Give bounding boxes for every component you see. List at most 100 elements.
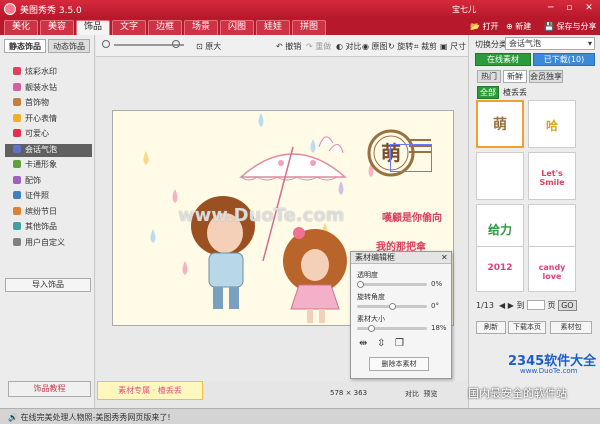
- contrast-button[interactable]: ◐ 对比: [336, 41, 362, 52]
- thumb-sticker-1[interactable]: 萌: [476, 100, 524, 148]
- tab-face[interactable]: 美容: [40, 20, 74, 35]
- category-item[interactable]: 靓装水钻: [5, 82, 92, 95]
- category-label: 卡通形象: [25, 160, 57, 169]
- category-label: 证件照: [25, 191, 49, 200]
- new-label: 新建: [515, 22, 532, 31]
- tab-text[interactable]: 文字: [112, 20, 146, 35]
- tab-collage[interactable]: 拼图: [292, 20, 326, 35]
- category-select-value: 会话气泡: [509, 39, 541, 48]
- undo-button[interactable]: ↶ 撤销: [276, 41, 301, 52]
- flip-vertical-icon[interactable]: ⇳: [377, 338, 385, 349]
- tab-frame[interactable]: 边框: [148, 20, 182, 35]
- menu-bar: 美化 美容 饰品 文字 边框 场景 闪图 娃娃 拼图 📂 打开 ⊕ 新建 💾 保…: [0, 18, 600, 35]
- rotation-angle-slider[interactable]: [357, 303, 427, 310]
- thumb-sticker-7[interactable]: 2012: [476, 246, 524, 292]
- app-title: 美图秀秀 3.5.0: [20, 6, 82, 16]
- status-message[interactable]: 🔊 在线完美处理人物照-美图秀秀网页版来了!: [8, 412, 171, 423]
- redo-button[interactable]: ↷ 重做: [306, 41, 331, 52]
- view-original-button[interactable]: ◉ 原图: [362, 41, 388, 52]
- category-icon: [13, 206, 21, 215]
- thumb-label: Let's Smile: [539, 169, 565, 187]
- open-button[interactable]: 📂 打开: [470, 21, 499, 32]
- go-button[interactable]: GO: [558, 300, 577, 311]
- category-item[interactable]: 开心表情: [5, 113, 92, 126]
- tab-downloaded-materials[interactable]: 已下载(10): [533, 53, 595, 66]
- page-indicator: 1/13: [476, 301, 494, 310]
- tab-decorations[interactable]: 饰品: [76, 20, 110, 35]
- subtab-hot[interactable]: 热门: [477, 70, 501, 83]
- category-icon: [13, 113, 21, 122]
- page-input[interactable]: [527, 300, 545, 310]
- selection-box[interactable]: [390, 144, 432, 172]
- tab-doll[interactable]: 娃娃: [256, 20, 290, 35]
- zoom-out-icon[interactable]: [102, 40, 110, 48]
- import-decoration-button[interactable]: 导入饰品: [5, 278, 91, 292]
- rotation-slider-knob[interactable]: [388, 303, 396, 310]
- preview-button[interactable]: 预览: [423, 390, 437, 398]
- original-size-button[interactable]: ⊡ 原大: [196, 41, 221, 52]
- category-item[interactable]: 炫彩水印: [5, 66, 92, 79]
- crop-button[interactable]: ⌗ 裁剪: [414, 41, 437, 52]
- zoom-in-icon[interactable]: [172, 40, 180, 48]
- tab-dynamic-decorations[interactable]: 动态饰品: [48, 39, 90, 53]
- thumb-sticker-8[interactable]: candy love: [528, 246, 576, 292]
- filter-tag[interactable]: 楂丢丢: [503, 87, 527, 98]
- refresh-button[interactable]: 刷新: [476, 321, 506, 334]
- resize-button[interactable]: ▣ 尺寸: [440, 41, 466, 52]
- filter-all[interactable]: 全部: [477, 86, 499, 99]
- subtab-new[interactable]: 新鲜: [503, 70, 527, 83]
- size-slider[interactable]: [357, 325, 427, 332]
- window-controls[interactable]: ─ ▫ ✕: [548, 3, 598, 13]
- delete-material-button[interactable]: 删除本素材: [369, 357, 429, 371]
- status-bar: 🔊 在线完美处理人物照-美图秀秀网页版来了!: [0, 408, 600, 424]
- contrast-label: 对比: [345, 42, 362, 51]
- category-label: 其他饰品: [25, 222, 57, 231]
- category-icon: [13, 67, 21, 75]
- category-item[interactable]: 证件照: [5, 190, 92, 203]
- material-pack-button[interactable]: 素材包: [550, 321, 592, 334]
- opacity-slider[interactable]: [357, 281, 427, 288]
- category-item[interactable]: 首饰物: [5, 97, 92, 110]
- tab-flash[interactable]: 闪图: [220, 20, 254, 35]
- save-label: 保存与分享: [556, 22, 597, 31]
- subtab-vip[interactable]: 会员独享: [529, 70, 563, 83]
- new-button[interactable]: ⊕ 新建: [506, 21, 531, 32]
- thumb-label: 2012: [487, 263, 513, 273]
- flip-horizontal-icon[interactable]: ⇹: [359, 338, 367, 349]
- editor-close-icon[interactable]: ✕: [441, 253, 448, 262]
- category-icon: [13, 144, 21, 153]
- tab-online-materials[interactable]: 在线素材: [475, 53, 531, 66]
- download-page-button[interactable]: 下载本页: [508, 321, 546, 334]
- copy-icon[interactable]: ❐: [395, 338, 404, 349]
- title-bar: 美图秀秀 3.5.0 宝七儿 ─ ▫ ✕: [0, 0, 600, 18]
- thumb-sticker-5[interactable]: 给力: [476, 204, 524, 252]
- size-slider-knob[interactable]: [368, 325, 376, 332]
- image-dimensions: 578 × 363: [330, 389, 368, 397]
- tutorial-button[interactable]: 饰品教程: [8, 381, 91, 397]
- opacity-slider-knob[interactable]: [357, 281, 364, 288]
- thumb-sticker-4[interactable]: Let's Smile: [528, 152, 576, 200]
- thumb-sticker-3[interactable]: [476, 152, 524, 200]
- rotate-button[interactable]: ↻ 旋转: [388, 41, 413, 52]
- compare-button[interactable]: 对比: [405, 390, 419, 398]
- category-icon: [13, 191, 21, 199]
- category-item[interactable]: 用户自定义: [5, 237, 92, 250]
- view-original-label: 原图: [371, 42, 388, 51]
- tab-static-decorations[interactable]: 静态饰品: [4, 39, 46, 53]
- category-item[interactable]: 其他饰品: [5, 221, 92, 234]
- promo-banner[interactable]: 素材专属 · 楂丢丢: [97, 381, 203, 400]
- thumb-sticker-2[interactable]: 哈: [528, 100, 576, 148]
- thumb-sticker-6[interactable]: [528, 204, 576, 252]
- category-item[interactable]: 缤纷节日: [5, 206, 92, 219]
- category-item[interactable]: 配饰: [5, 175, 92, 188]
- category-icon: [13, 98, 21, 106]
- category-item[interactable]: 会话气泡: [5, 143, 92, 157]
- tab-scene[interactable]: 场景: [184, 20, 218, 35]
- tab-beautify[interactable]: 美化: [4, 20, 38, 35]
- category-icon: [13, 237, 21, 246]
- category-select[interactable]: 会话气泡 ▾: [505, 37, 595, 50]
- category-item[interactable]: 可爱心: [5, 128, 92, 141]
- user-name[interactable]: 宝七儿: [452, 4, 476, 15]
- save-share-button[interactable]: 💾 保存与分享: [544, 21, 597, 32]
- category-item[interactable]: 卡通形象: [5, 159, 92, 172]
